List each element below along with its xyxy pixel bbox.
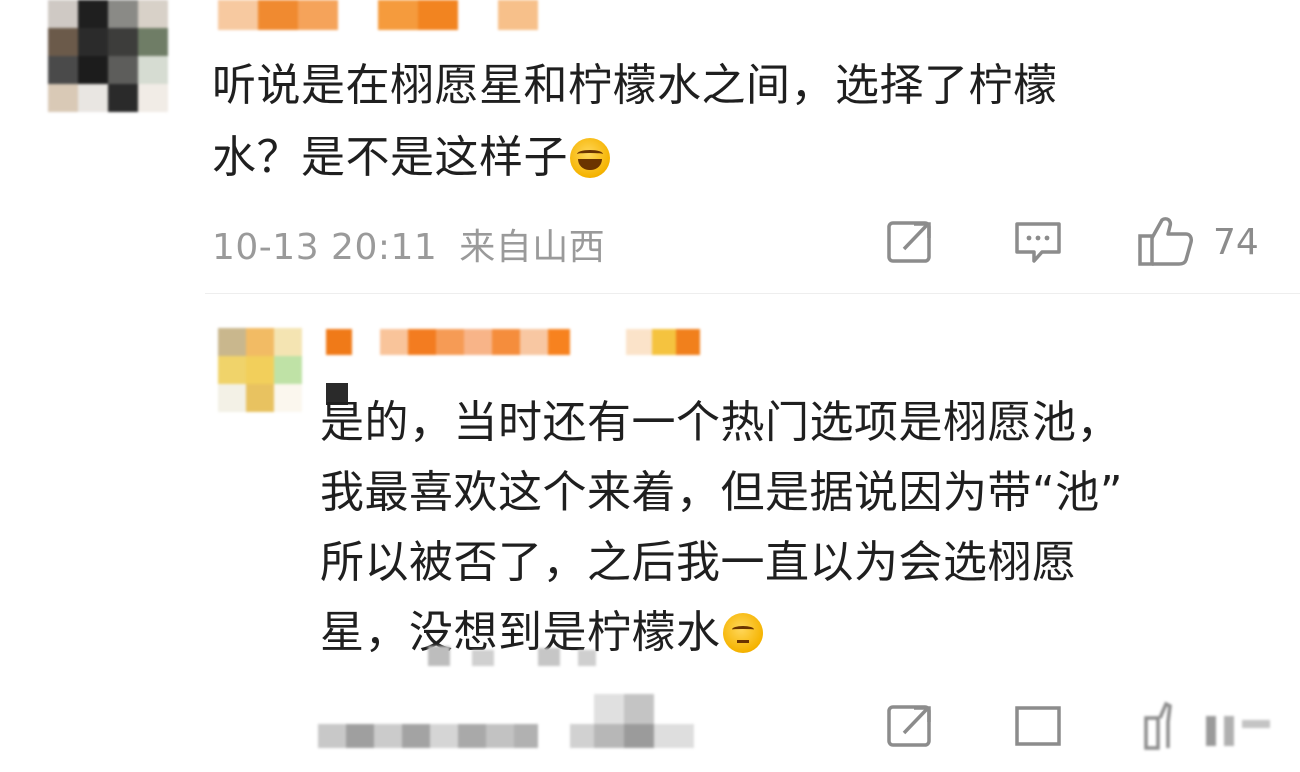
share-icon	[887, 221, 931, 263]
reply-username[interactable]	[326, 329, 706, 357]
comment-text: 听说是在栩愿星和柠檬水之间，选择了柠檬 水？是不是这样子	[212, 50, 1202, 194]
comment-meta: 10-13 20:11 来自山西	[212, 218, 605, 270]
comment-icon	[1015, 706, 1061, 746]
reply-line-2: 我最喜欢这个来着，但是据说因为带“池”	[320, 467, 1124, 518]
comment-line-2-wrap: 水？是不是这样子	[212, 122, 1202, 194]
reply-text: 是的，当时还有一个热门选项是栩愿池， 我最喜欢这个来着，但是据说因为带“池” 所…	[320, 388, 1220, 668]
reply-like-button[interactable]	[1136, 700, 1276, 752]
thinking-emoji-icon	[722, 613, 763, 653]
comment-location: 来自山西	[459, 227, 606, 268]
comment-icon	[1015, 222, 1061, 263]
reply-line-3: 所以被否了，之后我一直以为会选栩愿	[320, 537, 1077, 588]
commenter-username[interactable]	[218, 0, 558, 32]
like-button[interactable]	[1136, 214, 1196, 268]
share-icon	[887, 705, 931, 747]
comment-timestamp: 10-13 20:11	[212, 227, 438, 268]
thumbs-up-icon	[1144, 701, 1270, 750]
laughing-tears-emoji-icon	[570, 138, 610, 178]
like-count: 74	[1213, 222, 1259, 263]
reply-avatar[interactable]	[218, 328, 302, 412]
reply-redaction	[428, 646, 608, 668]
share-button[interactable]	[884, 218, 936, 266]
reply-share-button[interactable]	[884, 702, 936, 750]
commenter-avatar[interactable]	[48, 0, 172, 112]
comment-divider	[205, 293, 1300, 294]
reply-comment-button-2[interactable]	[1012, 702, 1064, 750]
comment-line-1: 听说是在栩愿星和柠檬水之间，选择了柠檬	[212, 60, 1058, 111]
thumbs-up-icon	[1138, 217, 1193, 266]
reply-meta-redacted	[318, 694, 718, 754]
reply-line-1: 是的，当时还有一个热门选项是栩愿池，	[320, 397, 1121, 448]
reply-comment-button[interactable]	[1012, 218, 1064, 266]
comment-line-2: 水？是不是这样子	[212, 132, 568, 183]
